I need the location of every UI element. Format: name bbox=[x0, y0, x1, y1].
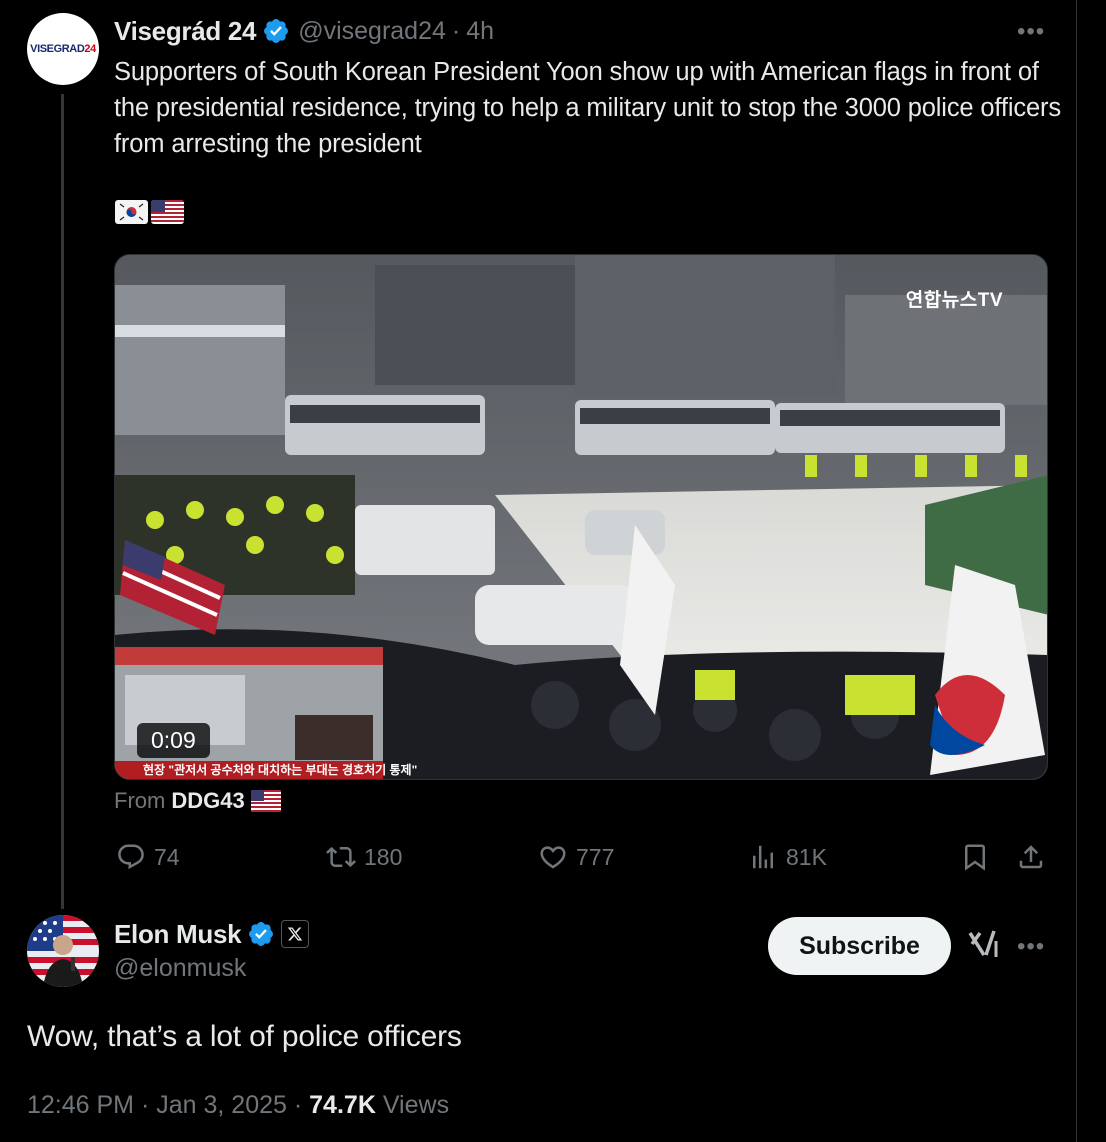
heart-icon bbox=[540, 846, 566, 869]
share-button[interactable] bbox=[1016, 838, 1046, 876]
tweet-body: Supporters of South Korean President Yoo… bbox=[114, 58, 1061, 158]
repost-icon bbox=[326, 846, 356, 868]
separator-dot: · bbox=[293, 1091, 303, 1119]
video-duration: 0:09 bbox=[137, 723, 210, 758]
bookmark-button[interactable] bbox=[960, 838, 990, 876]
analytics-icon bbox=[753, 845, 773, 869]
grok-icon[interactable] bbox=[966, 927, 1000, 966]
flag-usa-icon bbox=[250, 790, 281, 812]
reply-time[interactable]: 12:46 PM bbox=[27, 1091, 134, 1119]
verified-badge-icon[interactable] bbox=[247, 920, 275, 948]
more-options-icon[interactable]: ••• bbox=[1017, 20, 1045, 44]
reply-author-name[interactable]: Elon Musk bbox=[114, 919, 242, 950]
repost-count: 180 bbox=[364, 843, 403, 870]
share-icon bbox=[1019, 845, 1043, 869]
video-player[interactable]: 연합뉴스TV 현장 "관저서 공수처와 대치하는 부대는 경호처기 통제" 0:… bbox=[114, 254, 1048, 780]
bookmark-icon bbox=[965, 844, 985, 871]
repost-action[interactable]: 180 bbox=[326, 838, 402, 876]
verified-badge-icon[interactable] bbox=[262, 17, 290, 45]
inset-news-caption: 현장 "관저서 공수처와 대치하는 부대는 경호처기 통제" bbox=[143, 763, 418, 777]
x-affiliate-badge-icon[interactable] bbox=[281, 920, 310, 948]
broadcast-watermark: 연합뉴스TV bbox=[905, 290, 1003, 311]
elon-musk-avatar[interactable] bbox=[27, 915, 99, 987]
like-count: 777 bbox=[576, 843, 615, 870]
source-account-link[interactable]: DDG43 bbox=[171, 788, 244, 814]
avatar-logo: VISEGRAD24 bbox=[30, 43, 96, 55]
column-divider bbox=[1076, 0, 1077, 1142]
reply-body: Wow, that’s a lot of police officers bbox=[27, 1020, 462, 1053]
views-action[interactable]: 81K bbox=[748, 838, 827, 876]
author-handle[interactable]: @visegrad24 bbox=[298, 17, 446, 46]
views-count: 81K bbox=[786, 843, 827, 870]
separator-dot: · bbox=[140, 1091, 150, 1119]
flag-south-korea-icon bbox=[115, 200, 148, 224]
video-frame bbox=[115, 255, 1047, 779]
reply-action[interactable]: 74 bbox=[116, 838, 180, 876]
reply-header: Elon Musk bbox=[114, 916, 310, 952]
visegrad-avatar[interactable]: VISEGRAD24 bbox=[27, 13, 99, 85]
tweet-header: Visegrád 24 @visegrad24 · 4h bbox=[114, 14, 494, 48]
reply-icon bbox=[118, 844, 144, 870]
reply-views-count: 74.7K bbox=[309, 1091, 376, 1119]
reply-views-label: Views bbox=[382, 1091, 450, 1119]
emoji-flags bbox=[115, 200, 184, 224]
timestamp[interactable]: 4h bbox=[466, 17, 494, 46]
reply-count: 74 bbox=[154, 843, 180, 870]
subscribe-button[interactable]: Subscribe bbox=[768, 917, 951, 975]
reply-author-handle[interactable]: @elonmusk bbox=[114, 954, 246, 983]
reply-meta: 12:46 PM · Jan 3, 2025 · 74.7K Views bbox=[27, 1091, 449, 1120]
thread-connector-line bbox=[61, 94, 64, 909]
like-action[interactable]: 777 bbox=[538, 838, 614, 876]
source-label: From bbox=[114, 788, 166, 813]
more-options-icon[interactable]: ••• bbox=[1017, 935, 1045, 959]
video-source: From DDG43 bbox=[114, 788, 281, 814]
separator-dot: · bbox=[451, 16, 461, 45]
author-name[interactable]: Visegrád 24 bbox=[114, 16, 257, 47]
flag-usa-icon bbox=[151, 200, 184, 224]
reply-date[interactable]: Jan 3, 2025 bbox=[156, 1091, 287, 1119]
